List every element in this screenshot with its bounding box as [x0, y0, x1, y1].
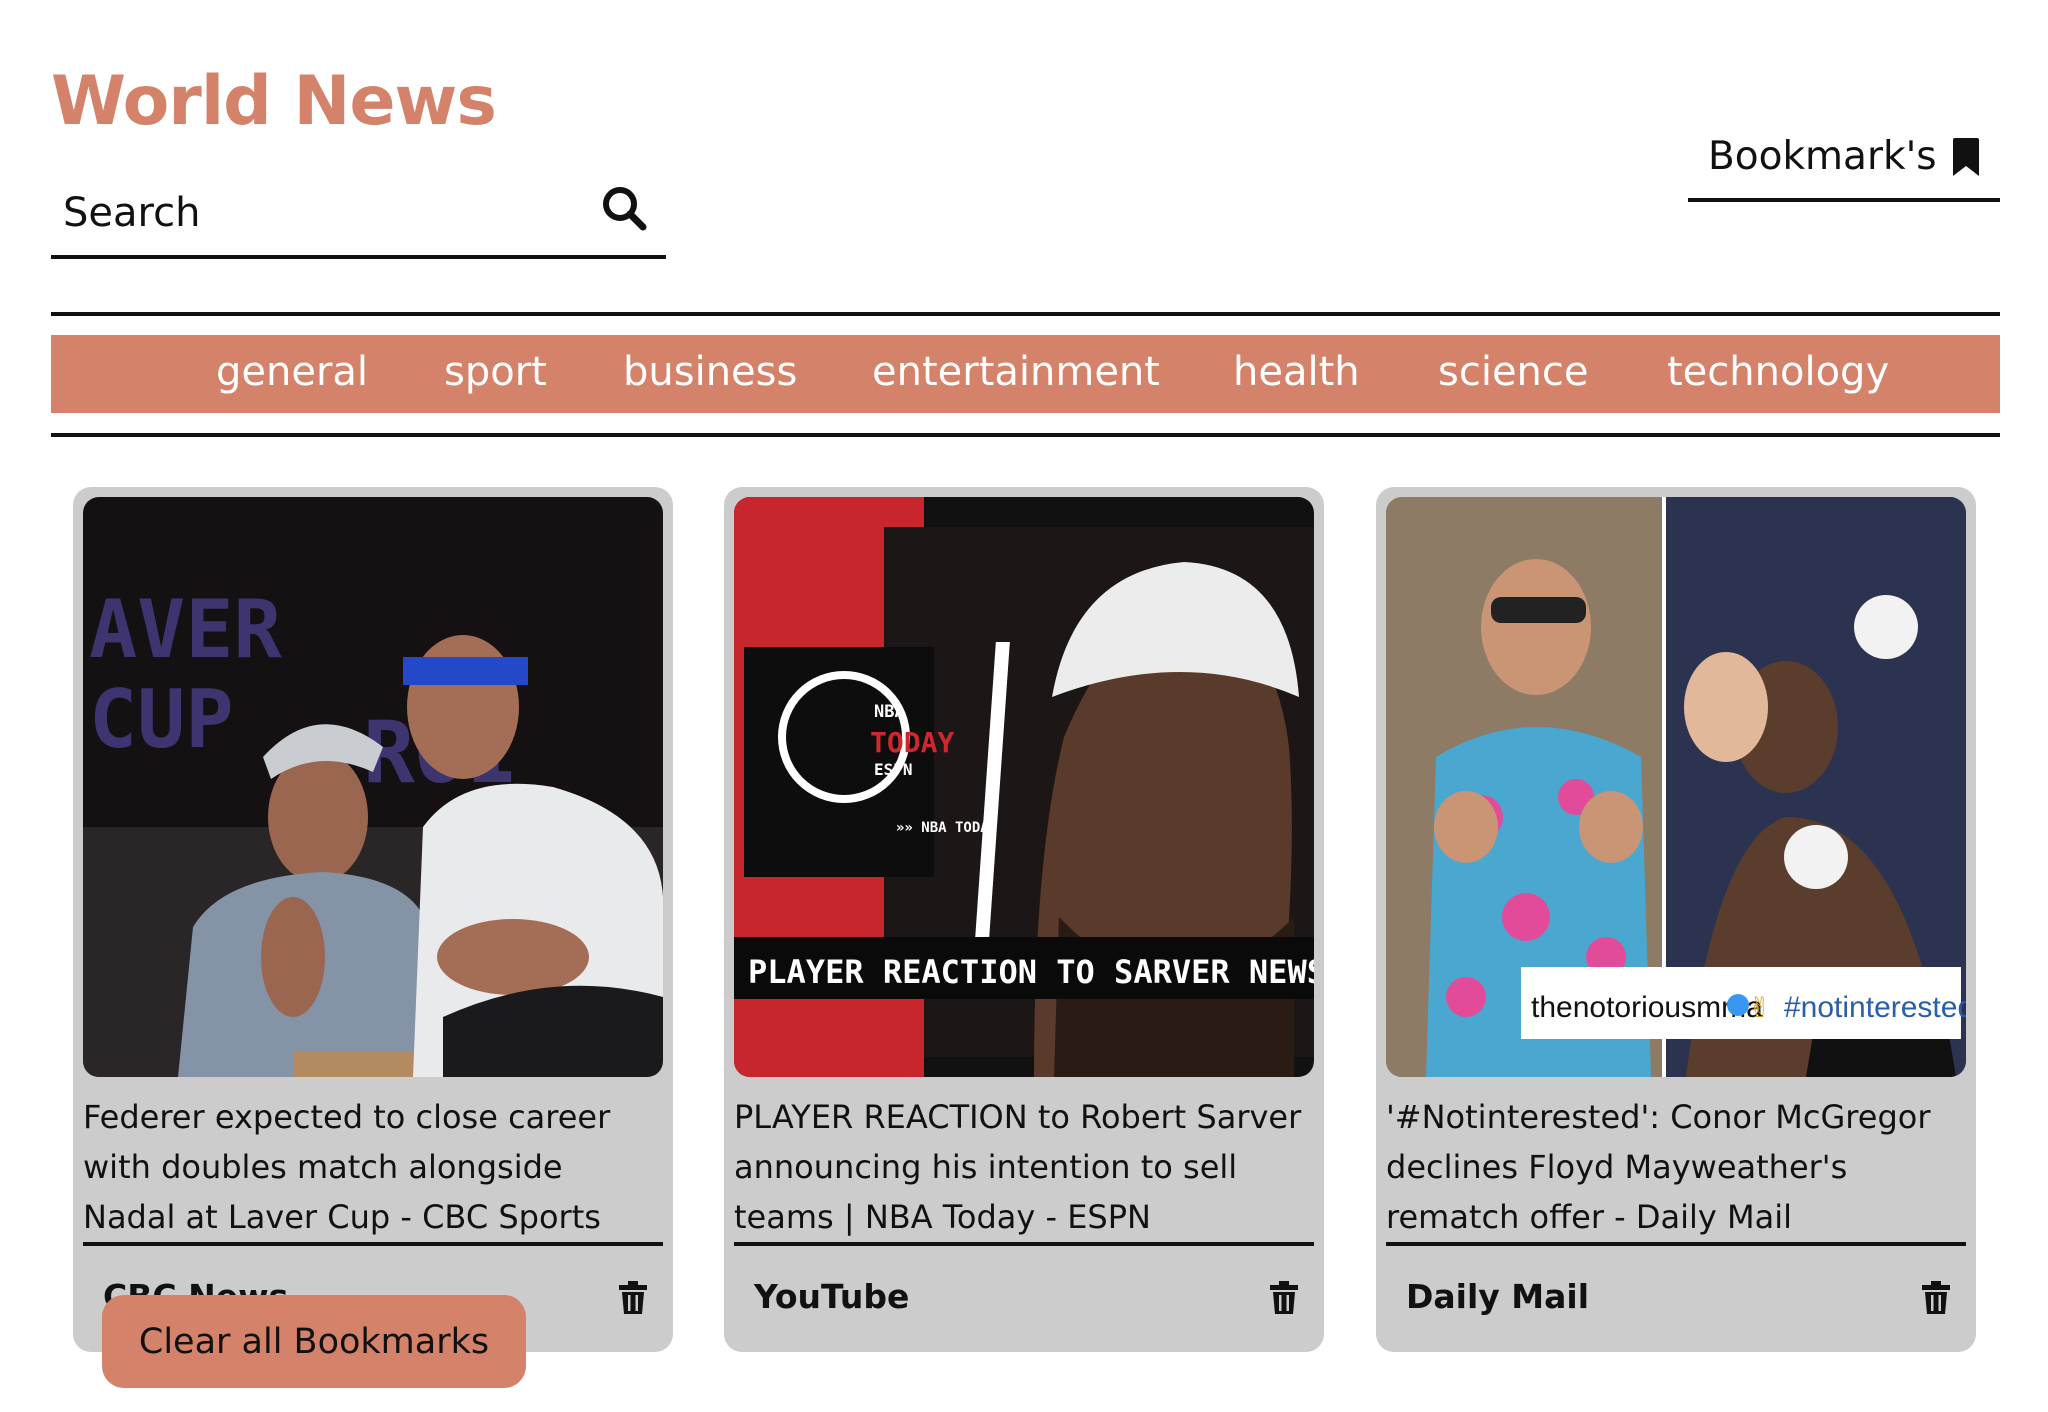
trash-icon[interactable]: [619, 1281, 647, 1315]
category-business[interactable]: business: [623, 349, 797, 395]
category-health[interactable]: health: [1233, 349, 1360, 395]
bookmark-card: NBA TODAY ESPN »» NBA TODAY PLAYER REACT…: [724, 487, 1324, 1352]
search-input[interactable]: [61, 184, 585, 242]
image-text-today: TODAY: [870, 726, 954, 759]
divider-bottom: [51, 433, 2000, 437]
search-icon[interactable]: [600, 184, 648, 232]
image-text-hashtag: #notinterested: [1784, 991, 1966, 1024]
image-text-headline: PLAYER REACTION TO SARVER NEWS: [748, 953, 1314, 991]
image-text-cup: CUP: [89, 673, 234, 766]
image-text-nba-today: »» NBA TODAY: [896, 820, 998, 836]
bookmark-card: AVER CUP ROI Federer expected to close c…: [73, 487, 673, 1352]
svg-text:✌: ✌: [1748, 991, 1771, 1024]
article-headline[interactable]: PLAYER REACTION to Robert Sarver announc…: [734, 1092, 1314, 1246]
article-headline[interactable]: Federer expected to close career with do…: [83, 1092, 663, 1246]
trash-icon[interactable]: [1270, 1281, 1298, 1315]
article-source: YouTube: [754, 1277, 910, 1316]
article-image[interactable]: thenotoriousmma ✌ #notinterested: [1386, 497, 1966, 1077]
article-source: Daily Mail: [1406, 1277, 1590, 1316]
bookmark-icon: [1951, 137, 1981, 177]
category-general[interactable]: general: [216, 349, 368, 395]
image-text-nba: NBA: [874, 702, 905, 722]
article-image[interactable]: NBA TODAY ESPN »» NBA TODAY PLAYER REACT…: [734, 497, 1314, 1077]
bookmarks-link-label: Bookmark's: [1708, 134, 1937, 179]
article-image[interactable]: AVER CUP ROI: [83, 497, 663, 1077]
bookmarks-link[interactable]: Bookmark's: [1688, 125, 2000, 202]
category-entertainment[interactable]: entertainment: [872, 349, 1160, 395]
article-headline[interactable]: '#Notinterested': Conor McGregor decline…: [1386, 1092, 1966, 1246]
image-text-espn: ESPN: [874, 760, 913, 779]
category-sport[interactable]: sport: [444, 349, 547, 395]
category-science[interactable]: science: [1438, 349, 1589, 395]
clear-all-bookmarks-button[interactable]: Clear all Bookmarks: [102, 1295, 526, 1388]
divider-top: [51, 312, 2000, 316]
trash-icon[interactable]: [1922, 1281, 1950, 1315]
bookmark-card: thenotoriousmma ✌ #notinterested '#Notin…: [1376, 487, 1976, 1352]
category-nav: general sport business entertainment hea…: [51, 335, 2000, 413]
image-text-aver: AVER: [89, 583, 282, 676]
category-technology[interactable]: technology: [1667, 349, 1889, 395]
app-title: World News: [51, 62, 497, 141]
search-bar: [51, 170, 666, 259]
